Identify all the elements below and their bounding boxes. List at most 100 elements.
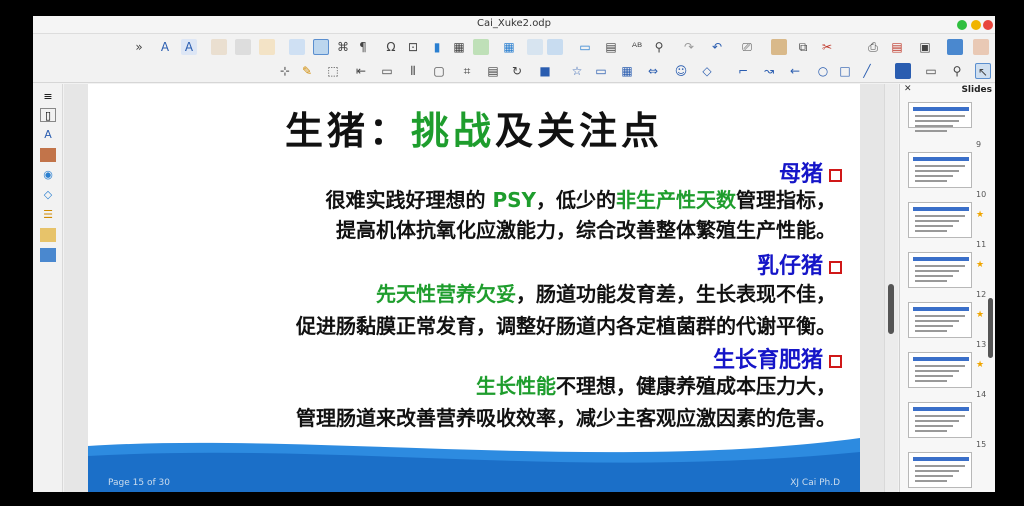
shapes-panel-icon[interactable]: ◇	[40, 188, 56, 202]
image-icon[interactable]	[211, 39, 227, 55]
close-pane-icon[interactable]: ✕	[904, 84, 912, 94]
special-character-icon[interactable]: Ω	[383, 39, 399, 55]
maximize-button[interactable]	[957, 20, 967, 30]
scrollbar-thumb[interactable]	[888, 284, 894, 334]
grid-view-icon[interactable]: ▤	[603, 39, 619, 55]
clone-icon[interactable]	[235, 39, 251, 55]
text-run: 管理指标，	[736, 188, 836, 212]
new-slide-icon[interactable]	[547, 39, 563, 55]
slide-layout-icon[interactable]	[527, 39, 543, 55]
animation-icon[interactable]: ☰	[40, 208, 56, 222]
rectangle-icon[interactable]: □	[837, 63, 853, 79]
curves-icon[interactable]: ↝	[761, 63, 777, 79]
animation-star-icon: ★	[976, 360, 985, 370]
ellipse-icon[interactable]: ○	[815, 63, 831, 79]
text-run: 提高机体抗氧化应激能力，综合改善整体繁殖生产性能。	[336, 218, 836, 242]
save-icon[interactable]: ▣	[917, 39, 933, 55]
crop-icon[interactable]: ⌗	[459, 63, 475, 79]
insert-image-icon[interactable]	[473, 39, 489, 55]
master-slides-icon[interactable]	[40, 248, 56, 262]
shapes-icon[interactable]	[313, 39, 329, 55]
new-document-icon[interactable]	[973, 39, 989, 55]
hyperlink-icon[interactable]: ⌘	[335, 39, 351, 55]
close-button[interactable]	[983, 20, 993, 30]
gallery-icon[interactable]	[40, 148, 56, 162]
stars-icon[interactable]: ☆	[569, 63, 585, 79]
symbol-shapes-icon[interactable]: ☺	[673, 63, 689, 79]
slide-transition-icon[interactable]	[40, 228, 56, 242]
basic-shapes-icon[interactable]: ◇	[699, 63, 715, 79]
slide-pane-scrollbar[interactable]	[988, 98, 994, 492]
copy-icon[interactable]: ⧉	[795, 39, 811, 55]
lines-arrows-icon[interactable]: ←	[787, 63, 803, 79]
paste-icon[interactable]	[771, 39, 787, 55]
styles-icon[interactable]: A	[40, 128, 56, 142]
slide-thumbnail[interactable]	[908, 352, 972, 388]
text-run: 生长性能	[476, 374, 556, 398]
export-pdf-icon[interactable]: ▤	[889, 39, 905, 55]
flowchart-icon[interactable]: ▦	[619, 63, 635, 79]
slide-number: 10	[976, 190, 987, 199]
line-color-icon[interactable]: ▭	[923, 63, 939, 79]
slide-thumbnail[interactable]	[908, 402, 972, 438]
sidebar-menu-icon[interactable]: ≡	[40, 90, 56, 104]
slide-thumbnail[interactable]	[908, 202, 972, 238]
scrollbar-thumb[interactable]	[988, 298, 993, 358]
3d-objects-icon[interactable]: ■	[537, 63, 553, 79]
table-icon[interactable]: ▦	[451, 39, 467, 55]
connectors-icon[interactable]: ⌐	[735, 63, 751, 79]
comment-icon[interactable]	[289, 39, 305, 55]
text-run: 不理想，健康养殖成本压力大，	[556, 374, 836, 398]
open-icon[interactable]	[947, 39, 963, 55]
points-icon[interactable]: ⊹	[277, 63, 293, 79]
shadow-icon[interactable]: ▢	[431, 63, 447, 79]
slide-footer-page: Page 15 of 30	[108, 478, 170, 488]
text-line: 管理肠道来改善营养吸收效率，减少主客观应激因素的危害。	[296, 402, 836, 431]
slide-thumbnail[interactable]	[908, 252, 972, 288]
insert-table-icon[interactable]: ▦	[501, 39, 517, 55]
slide-thumbnail[interactable]	[908, 452, 972, 488]
more-options-icon[interactable]: »	[131, 39, 147, 55]
slide-canvas[interactable]: 生猪：挑战及关注点 母猪 很难实践好理想的 PSY，低少的非生产性天数管理指标，…	[64, 84, 884, 492]
callouts-icon[interactable]: ▭	[593, 63, 609, 79]
text-box-icon[interactable]: A	[181, 39, 197, 55]
slide-number: 9	[976, 140, 982, 149]
print-icon[interactable]: ⎙	[865, 39, 881, 55]
minimize-button[interactable]	[971, 20, 981, 30]
redo-icon[interactable]: ↷	[681, 39, 697, 55]
select-icon[interactable]: ↖	[975, 63, 991, 79]
font-color-icon[interactable]: A	[157, 39, 173, 55]
zoom-pan-icon[interactable]: ⚲	[949, 63, 965, 79]
navigator-icon[interactable]: ◉	[40, 168, 56, 182]
distribute-icon[interactable]: ⫴	[405, 63, 421, 79]
slide-thumbnail[interactable]	[908, 302, 972, 338]
text-run: ，肠道功能发育差，生长表现不佳，	[516, 282, 836, 306]
chart-icon[interactable]: ▮	[429, 39, 445, 55]
slide-number: 14	[976, 390, 987, 399]
block-arrows-icon[interactable]: ⇔	[645, 63, 661, 79]
glue-points-icon[interactable]: ✎	[299, 63, 315, 79]
slide-thumbnail[interactable]	[908, 102, 972, 132]
text-run: 管理肠道来改善营养吸收效率，减少主客观应激因素的危害。	[296, 406, 836, 430]
fill-color-icon[interactable]	[895, 63, 911, 79]
start-slideshow-icon[interactable]: ▭	[577, 39, 593, 55]
spelling-icon[interactable]: ᴬᴮ	[629, 39, 645, 55]
arrange-icon[interactable]: ▭	[379, 63, 395, 79]
slide-thumbnail[interactable]	[908, 152, 972, 188]
fontwork-icon[interactable]: ⊡	[405, 39, 421, 55]
properties-icon[interactable]: ▯	[40, 108, 56, 122]
undo-icon[interactable]: ↶	[709, 39, 725, 55]
find-replace-icon[interactable]: ⚲	[651, 39, 667, 55]
align-icon[interactable]: ⇤	[353, 63, 369, 79]
rotate-icon[interactable]: ↻	[509, 63, 525, 79]
clone-formatting-icon[interactable]: ⎚	[739, 39, 755, 55]
filter-icon[interactable]: ▤	[485, 63, 501, 79]
current-slide[interactable]: 生猪：挑战及关注点 母猪 很难实践好理想的 PSY，低少的非生产性天数管理指标，…	[88, 84, 860, 492]
vertical-scrollbar[interactable]	[884, 84, 898, 492]
display-grid-icon[interactable]	[259, 39, 275, 55]
cut-icon[interactable]: ✂	[819, 39, 835, 55]
animation-star-icon: ★	[976, 260, 985, 270]
toggle-extrusion-icon[interactable]: ⬚	[325, 63, 341, 79]
line-icon[interactable]: ╱	[859, 63, 875, 79]
pilcrow-icon[interactable]: ¶	[355, 39, 371, 55]
